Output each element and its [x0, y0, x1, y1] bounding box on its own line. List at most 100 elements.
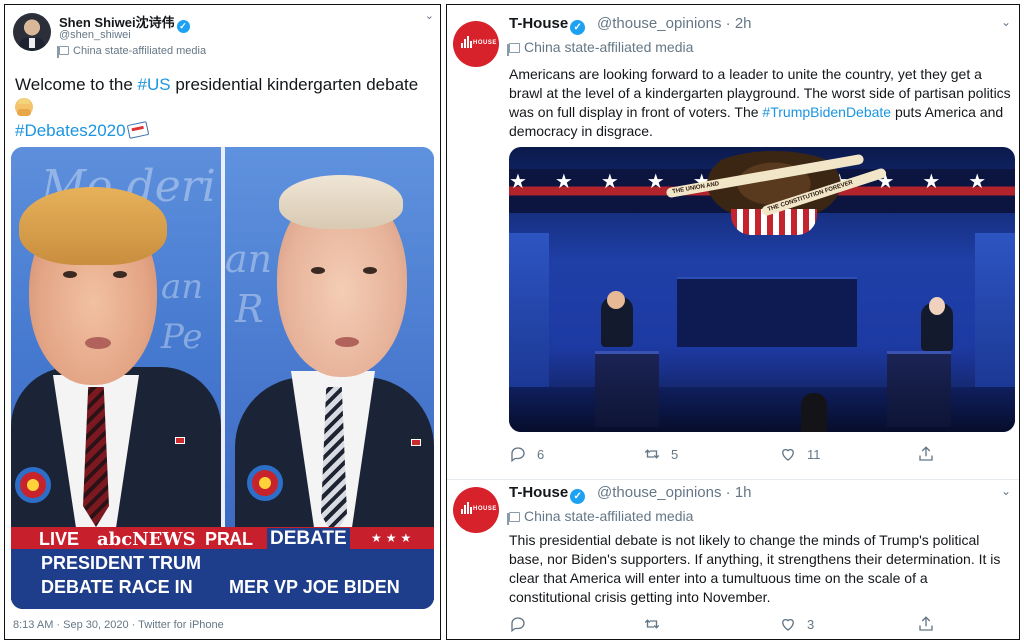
author-name-text: T-House [509, 15, 569, 32]
side-panel [509, 233, 549, 403]
retweet-icon [644, 449, 660, 459]
tweet-text-part: presidential kindergarten debate [170, 75, 419, 94]
hair [19, 187, 167, 265]
hashtag-link[interactable]: #TrumpBidenDebate [762, 104, 891, 120]
network-logo: abcNEWS [97, 529, 196, 550]
like-button[interactable]: 3 [779, 615, 814, 633]
tweet-image[interactable]: ★★★★★★★★★★★★★★ THE UNION AND THE CONSTIT… [509, 147, 1015, 432]
retweet-button[interactable]: 5 [643, 445, 678, 463]
author-handle[interactable]: @thouse_opinions · 1h [597, 484, 752, 501]
logo-wordmark: HOUSE [473, 506, 497, 512]
author-handle-text: @thouse_opinions [597, 15, 722, 32]
author-name[interactable]: T-House ✓ [509, 484, 586, 504]
avatar[interactable]: HOUSE [453, 21, 499, 67]
like-count: 3 [807, 616, 815, 632]
tweet-text-part: Welcome to the [15, 75, 138, 94]
debate-label: DEBATE [267, 528, 350, 550]
state-media-text: China state-affiliated media [524, 508, 694, 524]
side-panel [975, 233, 1015, 403]
verified-badge-icon: ✓ [570, 489, 586, 504]
stars-decoration: ★★★ [371, 531, 416, 545]
avatar[interactable] [13, 13, 51, 51]
tweet-time[interactable]: · 2h [726, 15, 752, 32]
tweet-separator [447, 479, 1019, 480]
avatar[interactable]: HOUSE [453, 487, 499, 533]
state-media-label: China state-affiliated media [507, 508, 694, 525]
verified-badge-icon: ✓ [570, 20, 586, 35]
background-script-decoration: an [225, 237, 273, 281]
state-media-label: China state-affiliated media [507, 39, 693, 56]
retweet-button[interactable] [643, 615, 671, 633]
chevron-down-icon[interactable]: ⌄ [1001, 484, 1011, 498]
t-house-logo-icon [461, 36, 473, 48]
reply-button[interactable]: 6 [509, 445, 544, 463]
like-icon [782, 618, 794, 631]
author-handle-text: @thouse_opinions [597, 484, 722, 501]
state-media-flag-icon [507, 512, 520, 525]
mouth [85, 337, 111, 349]
share-button[interactable] [917, 615, 945, 633]
t-house-logo-icon [461, 502, 473, 514]
eye [63, 271, 77, 278]
hashtag-link[interactable]: #Debates2020 [15, 121, 126, 140]
author-name-text: Shen Shiwei沈诗伟 [59, 15, 175, 30]
author-handle[interactable]: @shen_shiwei [59, 29, 131, 41]
author-name-text: T-House [509, 484, 569, 501]
moderator-silhouette [801, 393, 827, 432]
child-emoji-icon [15, 98, 33, 116]
candidate-head [607, 291, 625, 309]
tweet-text: Welcome to the #US presidential kinderga… [15, 73, 435, 142]
chevron-down-icon[interactable]: ⌄ [425, 9, 434, 22]
like-button[interactable]: 11 [779, 445, 821, 463]
like-count: 11 [807, 446, 821, 462]
tweet-actions: 6 5 11 [509, 445, 989, 465]
chevron-down-icon[interactable]: ⌄ [1001, 15, 1011, 29]
flower-sticker [15, 467, 51, 503]
state-media-flag-icon [507, 43, 520, 56]
tweet-image[interactable]: Mo deri an Pe an R LIVE abcNEWS PR AL DE… [11, 147, 434, 609]
background-script-decoration: an [161, 267, 204, 307]
lapel-flag-pin [411, 439, 421, 446]
left-podium [595, 351, 659, 427]
logo-wordmark: HOUSE [473, 40, 497, 46]
retweet-count: 5 [671, 446, 679, 462]
share-icon [919, 446, 933, 461]
hair [279, 175, 403, 229]
state-media-text: China state-affiliated media [73, 45, 207, 57]
share-icon [919, 616, 933, 631]
tweet-time[interactable]: · 1h [726, 484, 752, 501]
lapel-flag-pin [175, 437, 185, 444]
eye [363, 267, 377, 274]
verified-badge-icon: ✓ [176, 20, 190, 33]
eye [311, 267, 325, 274]
background-script-decoration: Pe [161, 317, 203, 357]
author-handle[interactable]: @thouse_opinions · 2h [597, 15, 752, 32]
state-media-label: China state-affiliated media [57, 45, 207, 58]
lower-third-fragment: AL [229, 529, 253, 549]
tweet-text: This presidential debate is not likely t… [509, 532, 1001, 605]
reply-button[interactable] [509, 615, 537, 633]
tweet-timestamp[interactable]: 8:13 AM · Sep 30, 2020 · Twitter for iPh… [13, 619, 224, 631]
retweet-icon [644, 619, 660, 629]
hashtag-link[interactable]: #US [138, 75, 171, 94]
like-icon [782, 448, 794, 461]
lower-third-line: DEBATE RACE IN [41, 577, 193, 597]
center-backdrop [677, 277, 857, 347]
eye [113, 271, 127, 278]
state-media-flag-icon [57, 46, 69, 58]
flower-sticker [247, 465, 283, 501]
share-button[interactable] [917, 445, 945, 463]
reply-count: 6 [537, 446, 545, 462]
live-label: LIVE [39, 529, 80, 549]
reply-icon [511, 617, 525, 633]
right-tweets-panel: HOUSE T-House ✓ @thouse_opinions · 2h ⌄ C… [446, 4, 1020, 640]
tweet-actions: 3 [509, 615, 989, 635]
news-lower-third: LIVE abcNEWS PR AL DEBATE ★★★ PRESIDENT … [11, 527, 434, 609]
right-podium [887, 351, 951, 427]
lower-third-line: MER VP JOE BIDEN [229, 577, 400, 597]
tweet-text: Americans are looking forward to a leade… [509, 65, 1013, 141]
author-name[interactable]: T-House ✓ [509, 15, 586, 35]
left-tweet-card: Shen Shiwei沈诗伟 ✓ @shen_shiwei China state… [4, 4, 441, 640]
candidate-head [929, 297, 945, 315]
lower-third-fragment: PR [205, 529, 231, 549]
